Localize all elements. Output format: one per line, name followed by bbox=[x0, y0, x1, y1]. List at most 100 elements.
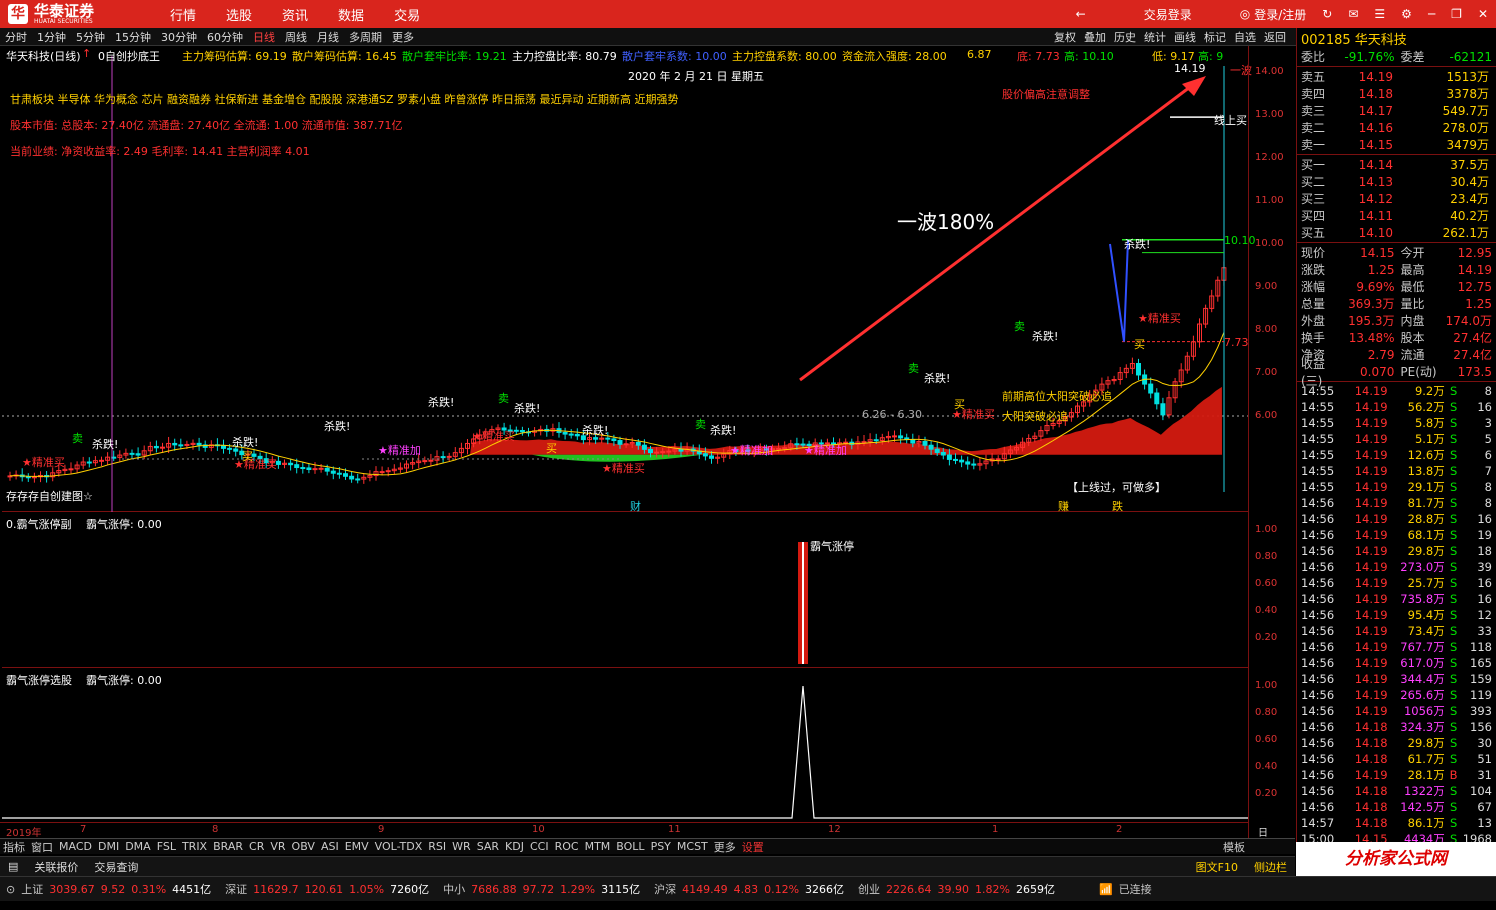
candle-body bbox=[379, 471, 385, 474]
sub-pane-limit-up-select[interactable]: 霸气涨停选股 霸气涨停: 0.00 bbox=[2, 670, 1248, 820]
period-8[interactable]: 月线 bbox=[317, 29, 339, 45]
gear-icon[interactable]: ⚙ bbox=[1401, 7, 1412, 21]
indicator-tab-11[interactable]: ASI bbox=[321, 840, 339, 853]
stock-code-title[interactable]: 002185 华天科技 bbox=[1297, 28, 1496, 48]
chart-tool-4[interactable]: 画线 bbox=[1174, 29, 1196, 45]
restore-icon[interactable]: ❐ bbox=[1451, 7, 1462, 21]
y-sub1-tick: 0.20 bbox=[1255, 632, 1278, 643]
index-name[interactable]: 深证 bbox=[225, 881, 247, 897]
period-0[interactable]: 分时 bbox=[5, 29, 27, 45]
menu-0[interactable]: 行情 bbox=[170, 5, 196, 24]
expand-icon[interactable]: ⊙ bbox=[6, 883, 15, 896]
ask-row[interactable]: 卖一 14.15 3479万 bbox=[1297, 136, 1496, 153]
period-10[interactable]: 更多 bbox=[392, 29, 414, 45]
sub1-title[interactable]: 0.霸气涨停副 bbox=[6, 516, 72, 532]
menu-2[interactable]: 资讯 bbox=[282, 5, 308, 24]
bid-row[interactable]: 买二 14.13 30.4万 bbox=[1297, 173, 1496, 190]
tick-count: 5 bbox=[1484, 432, 1492, 446]
ask-row[interactable]: 卖三 14.17 549.7万 bbox=[1297, 102, 1496, 119]
ask-row[interactable]: 卖四 14.18 3378万 bbox=[1297, 85, 1496, 102]
refresh-icon[interactable]: ↻ bbox=[1322, 7, 1332, 21]
chart-tool-5[interactable]: 标记 bbox=[1204, 29, 1226, 45]
formula-name[interactable]: 0自创抄底王 bbox=[98, 48, 160, 64]
indicator-tab-5[interactable]: FSL bbox=[157, 840, 176, 853]
ask-volume: 549.7万 bbox=[1442, 104, 1489, 118]
indicator-tab-14[interactable]: RSI bbox=[428, 840, 446, 853]
indicator-tab-25[interactable]: 设置 bbox=[742, 839, 764, 855]
indicator-tab-22[interactable]: PSY bbox=[651, 840, 671, 853]
bid-row[interactable]: 买三 14.12 23.4万 bbox=[1297, 190, 1496, 207]
period-2[interactable]: 5分钟 bbox=[76, 29, 105, 45]
ask-row[interactable]: 卖二 14.16 278.0万 bbox=[1297, 119, 1496, 136]
minimize-icon[interactable]: ─ bbox=[1428, 7, 1435, 21]
close-icon[interactable]: ✕ bbox=[1478, 7, 1488, 21]
indicator-tab-7[interactable]: BRAR bbox=[213, 840, 243, 853]
buy-tag-1: 买 bbox=[546, 442, 557, 455]
indicator-tab-19[interactable]: ROC bbox=[555, 840, 579, 853]
indicator-tab-21[interactable]: BOLL bbox=[616, 840, 644, 853]
back-link[interactable]: ← bbox=[1076, 7, 1086, 21]
f10-button[interactable]: 图文F10 bbox=[1196, 859, 1238, 875]
bid-row[interactable]: 买一 14.14 37.5万 bbox=[1297, 156, 1496, 173]
menu-1[interactable]: 选股 bbox=[226, 5, 252, 24]
indicator-tab-9[interactable]: VR bbox=[270, 840, 285, 853]
chart-tool-0[interactable]: 复权 bbox=[1054, 29, 1076, 45]
template-button[interactable]: 模板 bbox=[1223, 839, 1245, 855]
mail-icon[interactable]: ✉ bbox=[1348, 7, 1358, 21]
ask-row[interactable]: 卖五 14.19 1513万 bbox=[1297, 68, 1496, 85]
candle-body bbox=[623, 443, 629, 446]
indicator-tab-0[interactable]: 指标 bbox=[3, 839, 25, 855]
chart-tool-1[interactable]: 叠加 bbox=[1084, 29, 1106, 45]
chart-tool-2[interactable]: 历史 bbox=[1114, 29, 1136, 45]
indicator-tab-8[interactable]: CR bbox=[249, 840, 264, 853]
menu-4[interactable]: 交易 bbox=[394, 5, 420, 24]
panel-toggle-icon[interactable]: ▤ bbox=[8, 860, 18, 873]
indicator-tab-2[interactable]: MACD bbox=[59, 840, 92, 853]
menu-3[interactable]: 数据 bbox=[338, 5, 364, 24]
indicator-tab-20[interactable]: MTM bbox=[585, 840, 611, 853]
y-sub1-tick: 0.80 bbox=[1255, 551, 1278, 562]
indicator-tab-16[interactable]: SAR bbox=[477, 840, 499, 853]
user-icon[interactable]: ◎ bbox=[1240, 7, 1250, 21]
indicator-tab-10[interactable]: OBV bbox=[292, 840, 315, 853]
indicator-tab-6[interactable]: TRIX bbox=[182, 840, 207, 853]
indicator-tab-17[interactable]: KDJ bbox=[505, 840, 524, 853]
indicator-tab-18[interactable]: CCI bbox=[530, 840, 549, 853]
trade-login-link[interactable]: 交易登录 bbox=[1144, 6, 1192, 23]
tick-volume: 273.0万 bbox=[1400, 560, 1445, 574]
sub2-title[interactable]: 霸气涨停选股 bbox=[6, 672, 72, 688]
tick-list[interactable]: 14:55 14.19 9.2万 S 8 14:55 14.19 56.2万 S 16 14:55 1… bbox=[1297, 383, 1496, 847]
index-name[interactable]: 中小 bbox=[443, 881, 465, 897]
sub-pane-limit-up[interactable]: 0.霸气涨停副 霸气涨停: 0.00 霸气涨停 bbox=[2, 514, 1248, 668]
period-6[interactable]: 日线 bbox=[253, 29, 275, 45]
indicator-tab-3[interactable]: DMI bbox=[98, 840, 119, 853]
chart-tool-3[interactable]: 统计 bbox=[1144, 29, 1166, 45]
bid-row[interactable]: 买四 14.11 40.2万 bbox=[1297, 207, 1496, 224]
bottom-tab-0[interactable]: 关联报价 bbox=[34, 859, 78, 875]
indicator-tab-13[interactable]: VOL-TDX bbox=[375, 840, 423, 853]
indicator-tab-24[interactable]: 更多 bbox=[714, 839, 736, 855]
period-9[interactable]: 多周期 bbox=[349, 29, 382, 45]
indicator-tab-23[interactable]: MCST bbox=[677, 840, 708, 853]
main-kline-pane[interactable]: 华天科技(日线) ↑ 0自创抄底王 主力筹码估算: 69.19 散户筹码估算: … bbox=[2, 46, 1256, 513]
chart-tool-7[interactable]: 返回 bbox=[1264, 29, 1286, 45]
bid-row[interactable]: 买五 14.10 262.1万 bbox=[1297, 224, 1496, 241]
login-register-link[interactable]: 登录/注册 bbox=[1254, 6, 1306, 23]
indicator-tab-4[interactable]: DMA bbox=[125, 840, 151, 853]
index-name[interactable]: 上证 bbox=[21, 881, 43, 897]
bid-price: 14.14 bbox=[1358, 157, 1393, 172]
sidebar-button[interactable]: 侧边栏 bbox=[1254, 859, 1287, 875]
period-3[interactable]: 15分钟 bbox=[115, 29, 151, 45]
indicator-tab-15[interactable]: WR bbox=[452, 840, 471, 853]
period-7[interactable]: 周线 bbox=[285, 29, 307, 45]
indicator-tab-12[interactable]: EMV bbox=[345, 840, 369, 853]
period-5[interactable]: 60分钟 bbox=[207, 29, 243, 45]
bottom-tab-1[interactable]: 交易查询 bbox=[94, 859, 138, 875]
list-icon[interactable]: ☰ bbox=[1374, 7, 1385, 21]
index-name[interactable]: 创业 bbox=[858, 881, 880, 897]
index-name[interactable]: 沪深 bbox=[654, 881, 676, 897]
indicator-tab-1[interactable]: 窗口 bbox=[31, 839, 53, 855]
period-1[interactable]: 1分钟 bbox=[37, 29, 66, 45]
chart-tool-6[interactable]: 自选 bbox=[1234, 29, 1256, 45]
period-4[interactable]: 30分钟 bbox=[161, 29, 197, 45]
